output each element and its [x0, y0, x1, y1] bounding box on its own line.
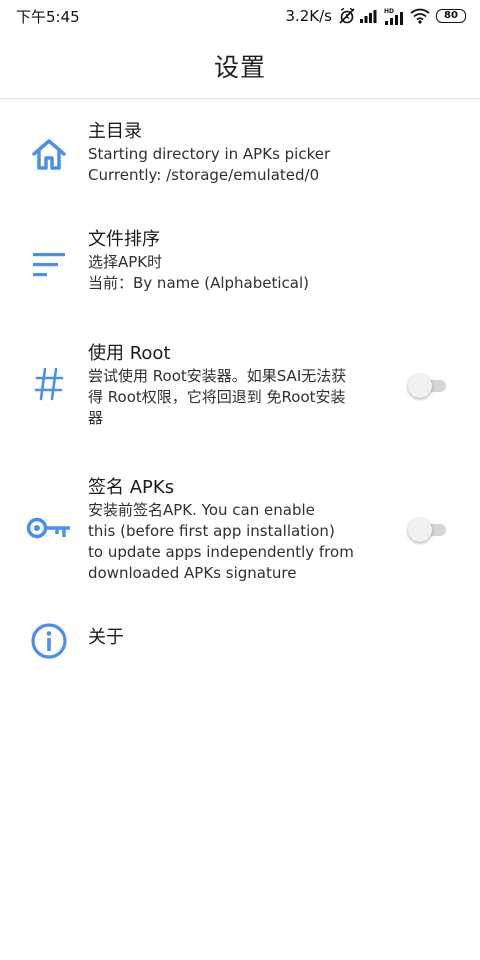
pref-home-title: 主目录	[88, 121, 142, 142]
wifi-icon	[410, 8, 430, 24]
pref-sort-text: 文件排序 选择APK时 当前：By name (Alphabetical)	[88, 228, 384, 294]
pref-sign-summary-2: this (before first app installation)	[88, 522, 335, 540]
pref-sign-summary-3: to update apps independently from	[88, 543, 354, 561]
pref-about-text: 关于	[88, 626, 384, 650]
use-root-switch[interactable]	[408, 374, 448, 398]
switch-thumb	[408, 518, 432, 542]
key-icon	[24, 516, 74, 542]
pref-sort-summary-2: 当前：By name (Alphabetical)	[88, 274, 310, 292]
pref-sort-summary-1: 选择APK时	[88, 253, 163, 271]
pref-sign-text: 签名 APKs 安装前签名APK. You can enable this (b…	[88, 476, 384, 584]
pref-root-summary-2: 得 Root权限，它将回退到 免Root安装	[88, 388, 346, 406]
hash-icon	[24, 366, 74, 402]
status-icons: 3.2K/s HD 80	[285, 5, 466, 27]
pref-root-text: 使用 Root 尝试使用 Root安装器。如果SAI无法获 得 Root权限，它…	[88, 342, 384, 429]
signal-icon	[360, 9, 380, 23]
alarm-off-icon	[338, 7, 356, 25]
pref-root-title: 使用 Root	[88, 343, 171, 364]
pref-home-summary-1: Starting directory in APKs picker	[88, 145, 331, 163]
status-time: 下午5:45	[16, 8, 80, 26]
pref-home-summary-2: Currently: /storage/emulated/0	[88, 166, 320, 184]
sort-icon	[24, 252, 74, 280]
home-icon	[24, 137, 74, 171]
pref-home-directory[interactable]: 主目录 Starting directory in APKs picker Cu…	[0, 112, 480, 208]
pref-about[interactable]: 关于	[0, 610, 480, 670]
pref-sign-apks[interactable]: 签名 APKs 安装前签名APK. You can enable this (b…	[0, 466, 480, 590]
hd-signal-icon: HD	[384, 7, 406, 25]
battery-icon: 80	[436, 9, 466, 23]
pref-use-root[interactable]: 使用 Root 尝试使用 Root安装器。如果SAI无法获 得 Root权限，它…	[0, 330, 480, 446]
pref-sort-title: 文件排序	[88, 229, 160, 250]
pref-root-summary-1: 尝试使用 Root安装器。如果SAI无法获	[88, 367, 347, 385]
pref-about-title: 关于	[88, 627, 124, 648]
pref-root-summary-3: 器	[88, 409, 104, 427]
pref-home-text: 主目录 Starting directory in APKs picker Cu…	[88, 120, 384, 186]
sign-apks-switch[interactable]	[408, 518, 448, 542]
pref-sign-summary-4: downloaded APKs signature	[88, 564, 297, 582]
pref-file-sort[interactable]: 文件排序 选择APK时 当前：By name (Alphabetical)	[0, 220, 480, 316]
app-toolbar: 设置	[0, 32, 480, 99]
switch-thumb	[408, 374, 432, 398]
status-bar: 下午5:45 3.2K/s HD 80	[0, 0, 480, 32]
info-icon	[24, 622, 74, 660]
network-speed: 3.2K/s	[285, 7, 332, 25]
pref-sign-title: 签名 APKs	[88, 477, 175, 498]
page-title: 设置	[213, 53, 266, 82]
pref-sign-summary-1: 安装前签名APK. You can enable	[88, 501, 315, 519]
svg-text:HD: HD	[384, 8, 394, 15]
